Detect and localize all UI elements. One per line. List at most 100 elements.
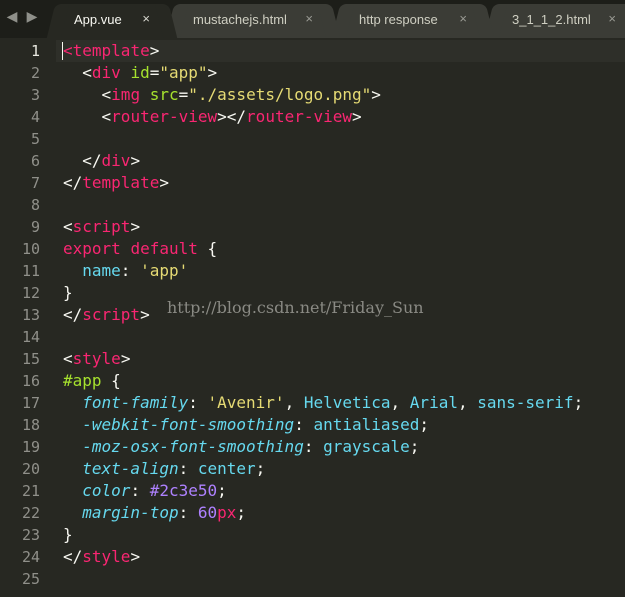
code-token: sans-serif	[477, 393, 574, 412]
code-token: }	[63, 283, 73, 302]
code-line[interactable]: -moz-osx-font-smoothing: grayscale;	[63, 436, 419, 458]
code-token: Helvetica	[303, 393, 391, 412]
code-token: {	[101, 371, 121, 390]
code-line[interactable]: margin-top: 60px;	[63, 502, 246, 524]
code-line[interactable]: <script>	[63, 216, 140, 238]
code-token: style	[82, 547, 131, 566]
line-number: 7	[30, 174, 40, 192]
code-line[interactable]: <style>	[63, 348, 130, 370]
tab-app-vue[interactable]: App.vue ×	[58, 4, 166, 38]
line-number: 8	[30, 196, 40, 214]
code-line[interactable]: #app {	[63, 370, 121, 392]
code-line[interactable]: </script>	[63, 304, 150, 326]
code-line[interactable]: }	[63, 282, 73, 304]
code-line[interactable]: text-align: center;	[63, 458, 265, 480]
code-token: script	[72, 217, 131, 236]
code-token: :	[178, 503, 198, 522]
tab-label: 3_1_1_2.html	[512, 12, 591, 27]
code-line[interactable]: </div>	[63, 150, 140, 172]
code-token: -webkit-font-smoothing	[82, 415, 295, 434]
line-number: 14	[21, 328, 40, 346]
code-line[interactable]: color: #2c3e50;	[63, 480, 227, 502]
code-token: :	[130, 481, 150, 500]
code-token: "./assets/logo.png"	[188, 85, 372, 104]
code-line[interactable]: -webkit-font-smoothing: antialiased;	[63, 414, 429, 436]
tab-3-1-1-2-html[interactable]: 3_1_1_2.html ×	[496, 4, 625, 38]
line-number: 19	[21, 438, 40, 456]
code-line[interactable]: export default {	[63, 238, 217, 260]
close-icon[interactable]: ×	[305, 11, 313, 26]
code-token: ;	[573, 393, 584, 412]
code-token: Arial	[409, 393, 458, 412]
code-token: >	[149, 41, 160, 60]
code-token: px	[217, 503, 237, 522]
code-line[interactable]: <img src="./assets/logo.png">	[63, 84, 381, 106]
close-icon[interactable]: ×	[608, 11, 616, 26]
code-line[interactable]: </template>	[63, 172, 169, 194]
code-token: div	[101, 151, 131, 170]
code-token: router-view	[246, 107, 353, 126]
code-token: {	[197, 239, 218, 258]
code-token: >	[120, 349, 131, 368]
line-number: 4	[30, 108, 40, 126]
code-token: }	[63, 525, 73, 544]
tab-http-response[interactable]: http response ×	[343, 4, 483, 38]
code-line[interactable]: </style>	[63, 546, 140, 568]
code-token: ;	[255, 459, 266, 478]
code-token: font-family	[82, 393, 189, 412]
code-token: <	[63, 349, 73, 368]
code-token: >	[371, 85, 381, 104]
code-token: img	[111, 85, 141, 104]
code-line[interactable]: <template>	[63, 40, 159, 62]
tab-scroll-right-icon[interactable]: ▶	[24, 8, 40, 24]
code-token: margin-top	[82, 503, 179, 522]
code-line[interactable]: <router-view></router-view>	[63, 106, 362, 128]
line-number: 6	[30, 152, 40, 170]
line-number: 20	[21, 460, 40, 478]
code-token: template	[82, 173, 160, 192]
code-token: antialiased	[313, 415, 420, 434]
line-number: 3	[30, 86, 40, 104]
tab-label: http response	[359, 12, 438, 27]
code-token: name	[82, 261, 121, 280]
code-token: </	[63, 151, 102, 170]
code-line[interactable]: <div id="app">	[63, 62, 217, 84]
line-number: 13	[21, 306, 40, 324]
code-token: router-view	[111, 107, 218, 126]
tab-mustachejs-html[interactable]: mustachejs.html ×	[177, 4, 329, 38]
code-token: <	[63, 85, 112, 104]
code-token: >	[130, 217, 141, 236]
line-number: 5	[30, 130, 40, 148]
tab-label: App.vue	[74, 12, 122, 27]
code-token: src	[149, 85, 179, 104]
code-token: color	[82, 481, 131, 500]
code-line[interactable]: name: 'app'	[63, 260, 188, 282]
code-token: div	[91, 63, 121, 82]
line-number: 18	[21, 416, 40, 434]
code-line[interactable]: }	[63, 524, 73, 546]
code-token: >	[159, 173, 169, 192]
line-number: 12	[21, 284, 40, 302]
close-icon[interactable]: ×	[142, 11, 150, 26]
code-token: center	[197, 459, 256, 478]
code-token: 'Avenir'	[207, 393, 285, 412]
code-token: <	[63, 41, 73, 60]
code-token: "app"	[159, 63, 208, 82]
tab-scroll-left-icon[interactable]: ◀	[4, 8, 20, 24]
code-line[interactable]: font-family: 'Avenir', Helvetica, Arial,…	[63, 392, 583, 414]
code-token: ,	[390, 393, 410, 412]
code-token: ,	[457, 393, 478, 412]
code-token: =	[178, 85, 189, 104]
code-editor[interactable]: 1 2 3 4 5 6 7 8 9 10 11 12 13 14 15 16 17 18 19 20 21 22 23 24 2…	[0, 38, 625, 597]
code-token: ;	[419, 415, 430, 434]
code-token: >	[140, 305, 150, 324]
code-token: 'app'	[140, 261, 189, 280]
code-token: ></	[217, 107, 247, 126]
close-icon[interactable]: ×	[459, 11, 467, 26]
line-number: 24	[21, 548, 40, 566]
